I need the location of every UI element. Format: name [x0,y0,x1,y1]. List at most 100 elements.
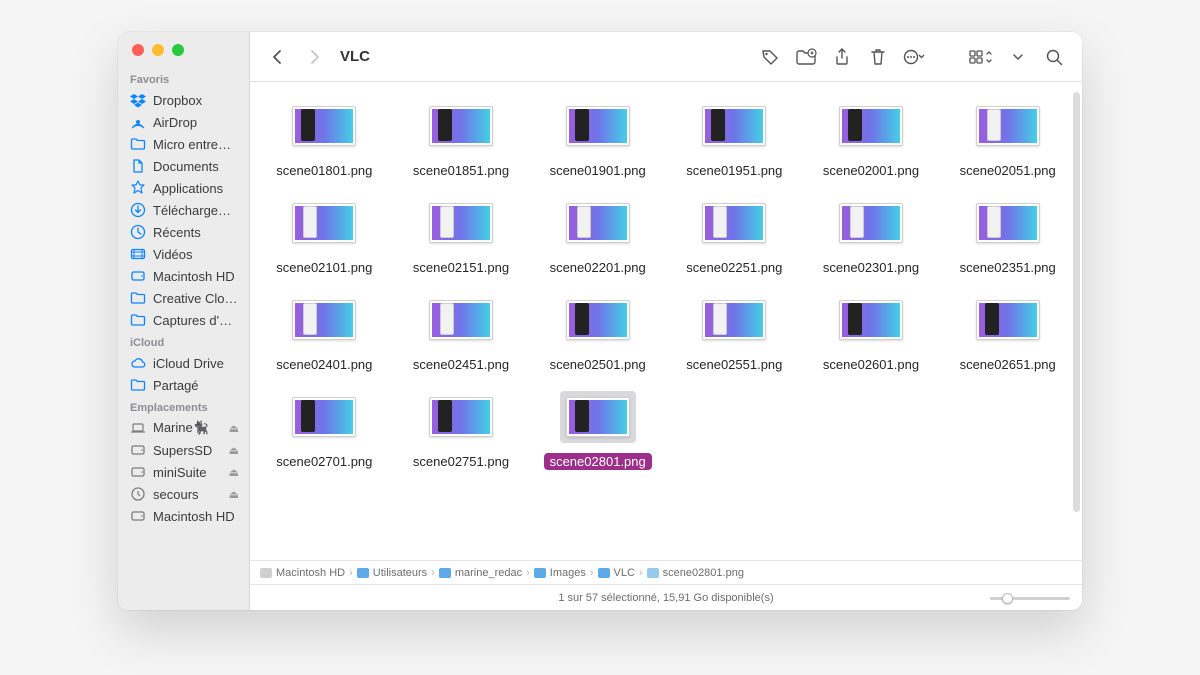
file-item[interactable]: scene02301.png [805,191,938,282]
path-crumb[interactable]: Images [534,567,586,579]
trash-button[interactable] [864,43,892,71]
file-label: scene02301.png [817,259,925,276]
zoom-button[interactable] [172,44,184,56]
file-label: scene02801.png [544,453,652,470]
file-thumbnail [560,100,636,152]
file-item[interactable]: scene02501.png [531,288,664,379]
scrollbar[interactable] [1073,92,1080,512]
minimize-button[interactable] [152,44,164,56]
file-item[interactable]: scene02001.png [805,94,938,185]
chevron-right-icon: › [431,567,435,579]
file-item[interactable]: scene02201.png [531,191,664,282]
sidebar-item[interactable]: Macintosh HD [118,505,249,527]
file-item[interactable]: scene02351.png [941,191,1074,282]
file-item[interactable]: scene02801.png [531,385,664,476]
clock-icon [130,224,146,240]
file-item[interactable]: scene02701.png [258,385,391,476]
eject-icon[interactable]: ⏏ [229,466,239,479]
file-label: scene02051.png [954,162,1062,179]
hdd-icon [130,464,146,480]
eject-icon[interactable]: ⏏ [229,444,239,457]
folder-icon [130,136,146,152]
sidebar-section-title: iCloud [118,331,249,352]
sidebar-item-label: Marine🐈‍⬛ [153,420,209,436]
share-button[interactable] [828,43,856,71]
file-thumbnail [560,391,636,443]
file-thumbnail [696,197,772,249]
path-label: Images [550,567,586,579]
sidebar-item[interactable]: miniSuite⏏ [118,461,249,483]
hdd-icon [130,268,146,284]
folder-icon [534,568,546,578]
sidebar-item[interactable]: Macintosh HD [118,265,249,287]
search-button[interactable] [1040,43,1068,71]
file-item[interactable]: scene02601.png [805,288,938,379]
sidebar-item[interactable]: Creative Clo… [118,287,249,309]
sidebar-item-label: Partagé [153,378,199,393]
forward-button[interactable] [300,43,328,71]
view-options-button[interactable] [968,43,996,71]
status-bar: 1 sur 57 sélectionné, 15,91 Go disponibl… [250,584,1082,610]
sidebar-item[interactable]: AirDrop [118,111,249,133]
path-crumb[interactable]: Utilisateurs [357,567,427,579]
sidebar-item-label: Creative Clo… [153,291,238,306]
sidebar-item[interactable]: Micro entre… [118,133,249,155]
file-item[interactable]: scene02751.png [395,385,528,476]
file-item[interactable]: scene02401.png [258,288,391,379]
file-thumbnail [696,294,772,346]
file-thumbnail [286,197,362,249]
file-item[interactable]: scene02151.png [395,191,528,282]
back-button[interactable] [264,43,292,71]
actions-button[interactable] [900,43,928,71]
hdd-icon [130,442,146,458]
file-label: scene02251.png [680,259,788,276]
sidebar-item-label: Documents [153,159,219,174]
path-crumb[interactable]: VLC [598,567,635,579]
tags-button[interactable] [756,43,784,71]
sidebar-item-label: Récents [153,225,201,240]
file-label: scene02001.png [817,162,925,179]
sidebar-item[interactable]: SupersSD⏏ [118,439,249,461]
path-label: VLC [614,567,635,579]
sidebar-item[interactable]: Télécharge… [118,199,249,221]
file-item[interactable]: scene02451.png [395,288,528,379]
sidebar-item[interactable]: Applications [118,177,249,199]
file-thumbnail [286,294,362,346]
file-grid-area[interactable]: scene01801.png scene01851.pngscene01901.p… [250,82,1082,560]
file-item[interactable]: scene02251.png [668,191,801,282]
doc-icon [130,158,146,174]
path-crumb[interactable]: marine_redac [439,567,522,579]
file-label: scene02351.png [954,259,1062,276]
file-item[interactable]: scene01851.png [395,94,528,185]
file-item[interactable]: scene02101.png [258,191,391,282]
file-item[interactable]: scene02051.png [941,94,1074,185]
sidebar-item[interactable]: Dropbox [118,89,249,111]
file-item[interactable]: scene02551.png [668,288,801,379]
airdrop-icon [130,114,146,130]
file-thumbnail [286,100,362,152]
path-crumb[interactable]: Macintosh HD [260,567,345,579]
sidebar-item[interactable]: iCloud Drive [118,352,249,374]
sidebar-item[interactable]: Récents [118,221,249,243]
group-button[interactable] [1004,43,1032,71]
new-folder-button[interactable] [792,43,820,71]
sidebar-item[interactable]: Vidéos [118,243,249,265]
file-label: scene01801.png [270,162,378,179]
zoom-slider[interactable] [990,591,1070,605]
file-item[interactable]: scene02651.png [941,288,1074,379]
file-item[interactable]: scene01901.png [531,94,664,185]
sidebar-item[interactable]: Documents [118,155,249,177]
sidebar-item[interactable]: Partagé [118,374,249,396]
dropbox-icon [130,92,146,108]
sidebar-item-label: Micro entre… [153,137,231,152]
close-button[interactable] [132,44,144,56]
sidebar-item[interactable]: Marine🐈‍⬛ ⏏ [118,417,249,439]
file-item[interactable]: scene01801.png [258,94,391,185]
sidebar-item[interactable]: Captures d'… [118,309,249,331]
eject-icon[interactable]: ⏏ [229,422,239,435]
path-crumb[interactable]: scene02801.png [647,567,744,579]
folder-icon [130,312,146,328]
file-item[interactable]: scene01951.png [668,94,801,185]
eject-icon[interactable]: ⏏ [229,488,239,501]
sidebar-item[interactable]: secours⏏ [118,483,249,505]
